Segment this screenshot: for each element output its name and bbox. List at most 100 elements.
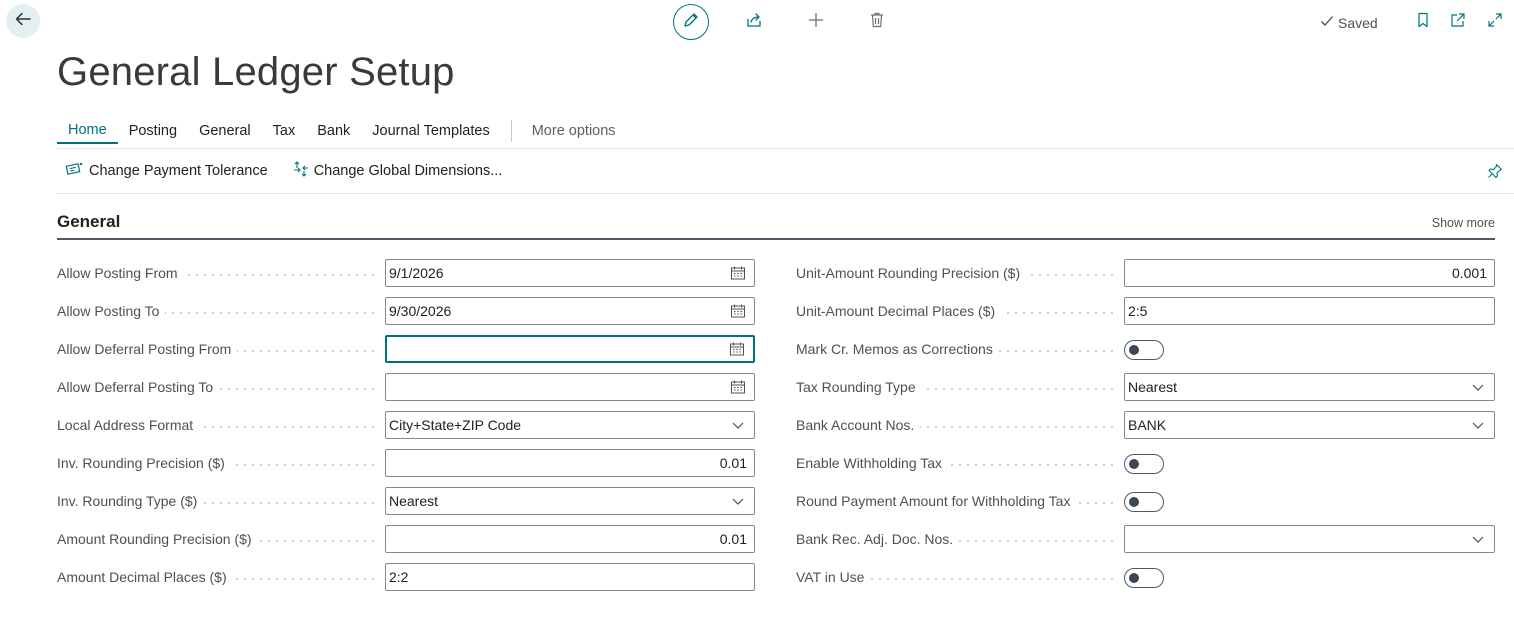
field-mark-cr-memos-as-corrections: Mark Cr. Memos as Corrections [796,335,1495,363]
field-label: VAT in Use [796,569,871,585]
amount-rounding-precision-input[interactable]: 0.01 [385,525,755,553]
change-payment-tolerance-button[interactable]: Change Payment Tolerance [65,161,268,181]
toggle-knob [1129,573,1139,583]
calendar-icon[interactable] [727,379,749,395]
tab-divider [510,120,512,142]
calendar-icon[interactable] [727,265,749,281]
field-label: Amount Rounding Precision ($) [57,531,258,547]
field-value: 0.01 [719,531,747,547]
field-unit-amount-rounding-precision: Unit-Amount Rounding Precision ($) 0.001 [796,259,1495,287]
plus-icon [807,11,825,34]
field-inv-rounding-precision: Inv. Rounding Precision ($) 0.01 [57,449,755,477]
pin-action-bar-button[interactable] [1484,162,1506,184]
field-local-address-format: Local Address Format City+State+ZIP Code [57,411,755,439]
expand-button[interactable] [1484,11,1506,33]
field-value: Nearest [1128,379,1178,395]
open-new-window-button[interactable] [1447,11,1469,33]
unit-amount-rounding-precision-input[interactable]: 0.001 [1124,259,1495,287]
calendar-icon[interactable] [726,341,748,357]
field-tax-rounding-type: Tax Rounding Type Nearest [796,373,1495,401]
enable-withholding-tax-toggle[interactable] [1124,454,1164,474]
share-button[interactable] [742,10,766,34]
global-dimensions-icon [292,160,310,182]
edit-button[interactable] [673,4,709,40]
field-label: Unit-Amount Decimal Places ($) [796,303,1002,319]
tab-bank[interactable]: Bank [306,119,361,143]
bank-rec-adj-doc-nos-select[interactable] [1124,525,1495,553]
field-enable-withholding-tax: Enable Withholding Tax [796,449,1495,477]
action-bar: Change Payment Tolerance Change Global D… [65,160,502,182]
field-label: Allow Deferral Posting From [57,341,238,357]
field-value: City+State+ZIP Code [389,417,522,433]
field-allow-deferral-posting-to: Allow Deferral Posting To [57,373,755,401]
unit-amount-decimal-places-input[interactable]: 2:5 [1124,297,1495,325]
field-inv-rounding-type: Inv. Rounding Type ($) Nearest [57,487,755,515]
field-unit-amount-decimal-places: Unit-Amount Decimal Places ($) 2:5 [796,297,1495,325]
action-label: Change Global Dimensions... [313,163,503,179]
checkmark-icon [1320,14,1334,31]
field-value: 2:2 [389,569,409,585]
chevron-down-icon[interactable] [727,494,749,508]
trash-icon [868,11,886,34]
field-vat-in-use: VAT in Use [796,563,1495,591]
toggle-knob [1129,345,1139,355]
payment-tolerance-icon [65,161,85,181]
mark-cr-memos-as-corrections-toggle[interactable] [1124,340,1164,360]
field-bank-rec-adj-doc-nos: Bank Rec. Adj. Doc. Nos. [796,525,1495,553]
change-global-dimensions-button[interactable]: Change Global Dimensions... [292,160,503,182]
section-header-general[interactable]: General Show more [57,210,1495,240]
local-address-format-select[interactable]: City+State+ZIP Code [385,411,755,439]
allow-deferral-posting-to-input[interactable] [385,373,755,401]
bank-account-nos-select[interactable]: BANK [1124,411,1495,439]
tab-journal-templates[interactable]: Journal Templates [361,119,500,143]
field-value: 0.001 [1451,265,1487,281]
tab-tax[interactable]: Tax [262,119,307,143]
field-value: 9/1/2026 [389,265,444,281]
field-allow-posting-to: Allow Posting To 9/30/2026 [57,297,755,325]
save-status: Saved [1320,14,1378,31]
field-label: Enable Withholding Tax [796,455,949,471]
field-bank-account-nos: Bank Account Nos. BANK [796,411,1495,439]
field-amount-decimal-places: Amount Decimal Places ($) 2:2 [57,563,755,591]
tab-home[interactable]: Home [57,118,118,144]
amount-decimal-places-input[interactable]: 2:2 [385,563,755,591]
delete-button[interactable] [865,10,889,34]
section-title: General [57,212,121,231]
chevron-down-icon[interactable] [1467,532,1489,546]
field-allow-posting-from: Allow Posting From 9/1/2026 [57,259,755,287]
field-label: Unit-Amount Rounding Precision ($) [796,265,1027,281]
inv-rounding-type-select[interactable]: Nearest [385,487,755,515]
field-round-payment-amount-withholding-tax: Round Payment Amount for Withholding Tax [796,487,1495,515]
tab-posting[interactable]: Posting [118,119,188,143]
allow-posting-from-input[interactable]: 9/1/2026 [385,259,755,287]
allow-posting-to-input[interactable]: 9/30/2026 [385,297,755,325]
field-label: Allow Posting To [57,303,166,319]
field-label: Amount Decimal Places ($) [57,569,233,585]
inv-rounding-precision-input[interactable]: 0.01 [385,449,755,477]
back-button[interactable] [6,4,40,38]
field-label: Local Address Format [57,417,200,433]
open-in-new-window-icon [1450,12,1466,33]
field-label: Bank Account Nos. [796,417,921,433]
vat-in-use-toggle[interactable] [1124,568,1164,588]
field-label: Tax Rounding Type [796,379,922,395]
new-button[interactable] [804,10,828,34]
field-value: 9/30/2026 [389,303,452,319]
show-more-link[interactable]: Show more [1432,216,1495,230]
field-label: Bank Rec. Adj. Doc. Nos. [796,531,960,547]
chevron-down-icon[interactable] [727,418,749,432]
field-label: Round Payment Amount for Withholding Tax [796,493,1077,509]
calendar-icon[interactable] [727,303,749,319]
round-payment-amount-withholding-tax-toggle[interactable] [1124,492,1164,512]
bookmark-button[interactable] [1412,11,1434,33]
more-options-button[interactable]: More options [522,119,627,143]
chevron-down-icon[interactable] [1467,380,1489,394]
page-title: General Ledger Setup [57,50,455,94]
pin-icon [1487,163,1503,184]
tab-general[interactable]: General [188,119,262,143]
share-icon [745,11,763,34]
tax-rounding-type-select[interactable]: Nearest [1124,373,1495,401]
field-value: 0.01 [719,455,747,471]
chevron-down-icon[interactable] [1467,418,1489,432]
allow-deferral-posting-from-input[interactable] [385,335,755,363]
